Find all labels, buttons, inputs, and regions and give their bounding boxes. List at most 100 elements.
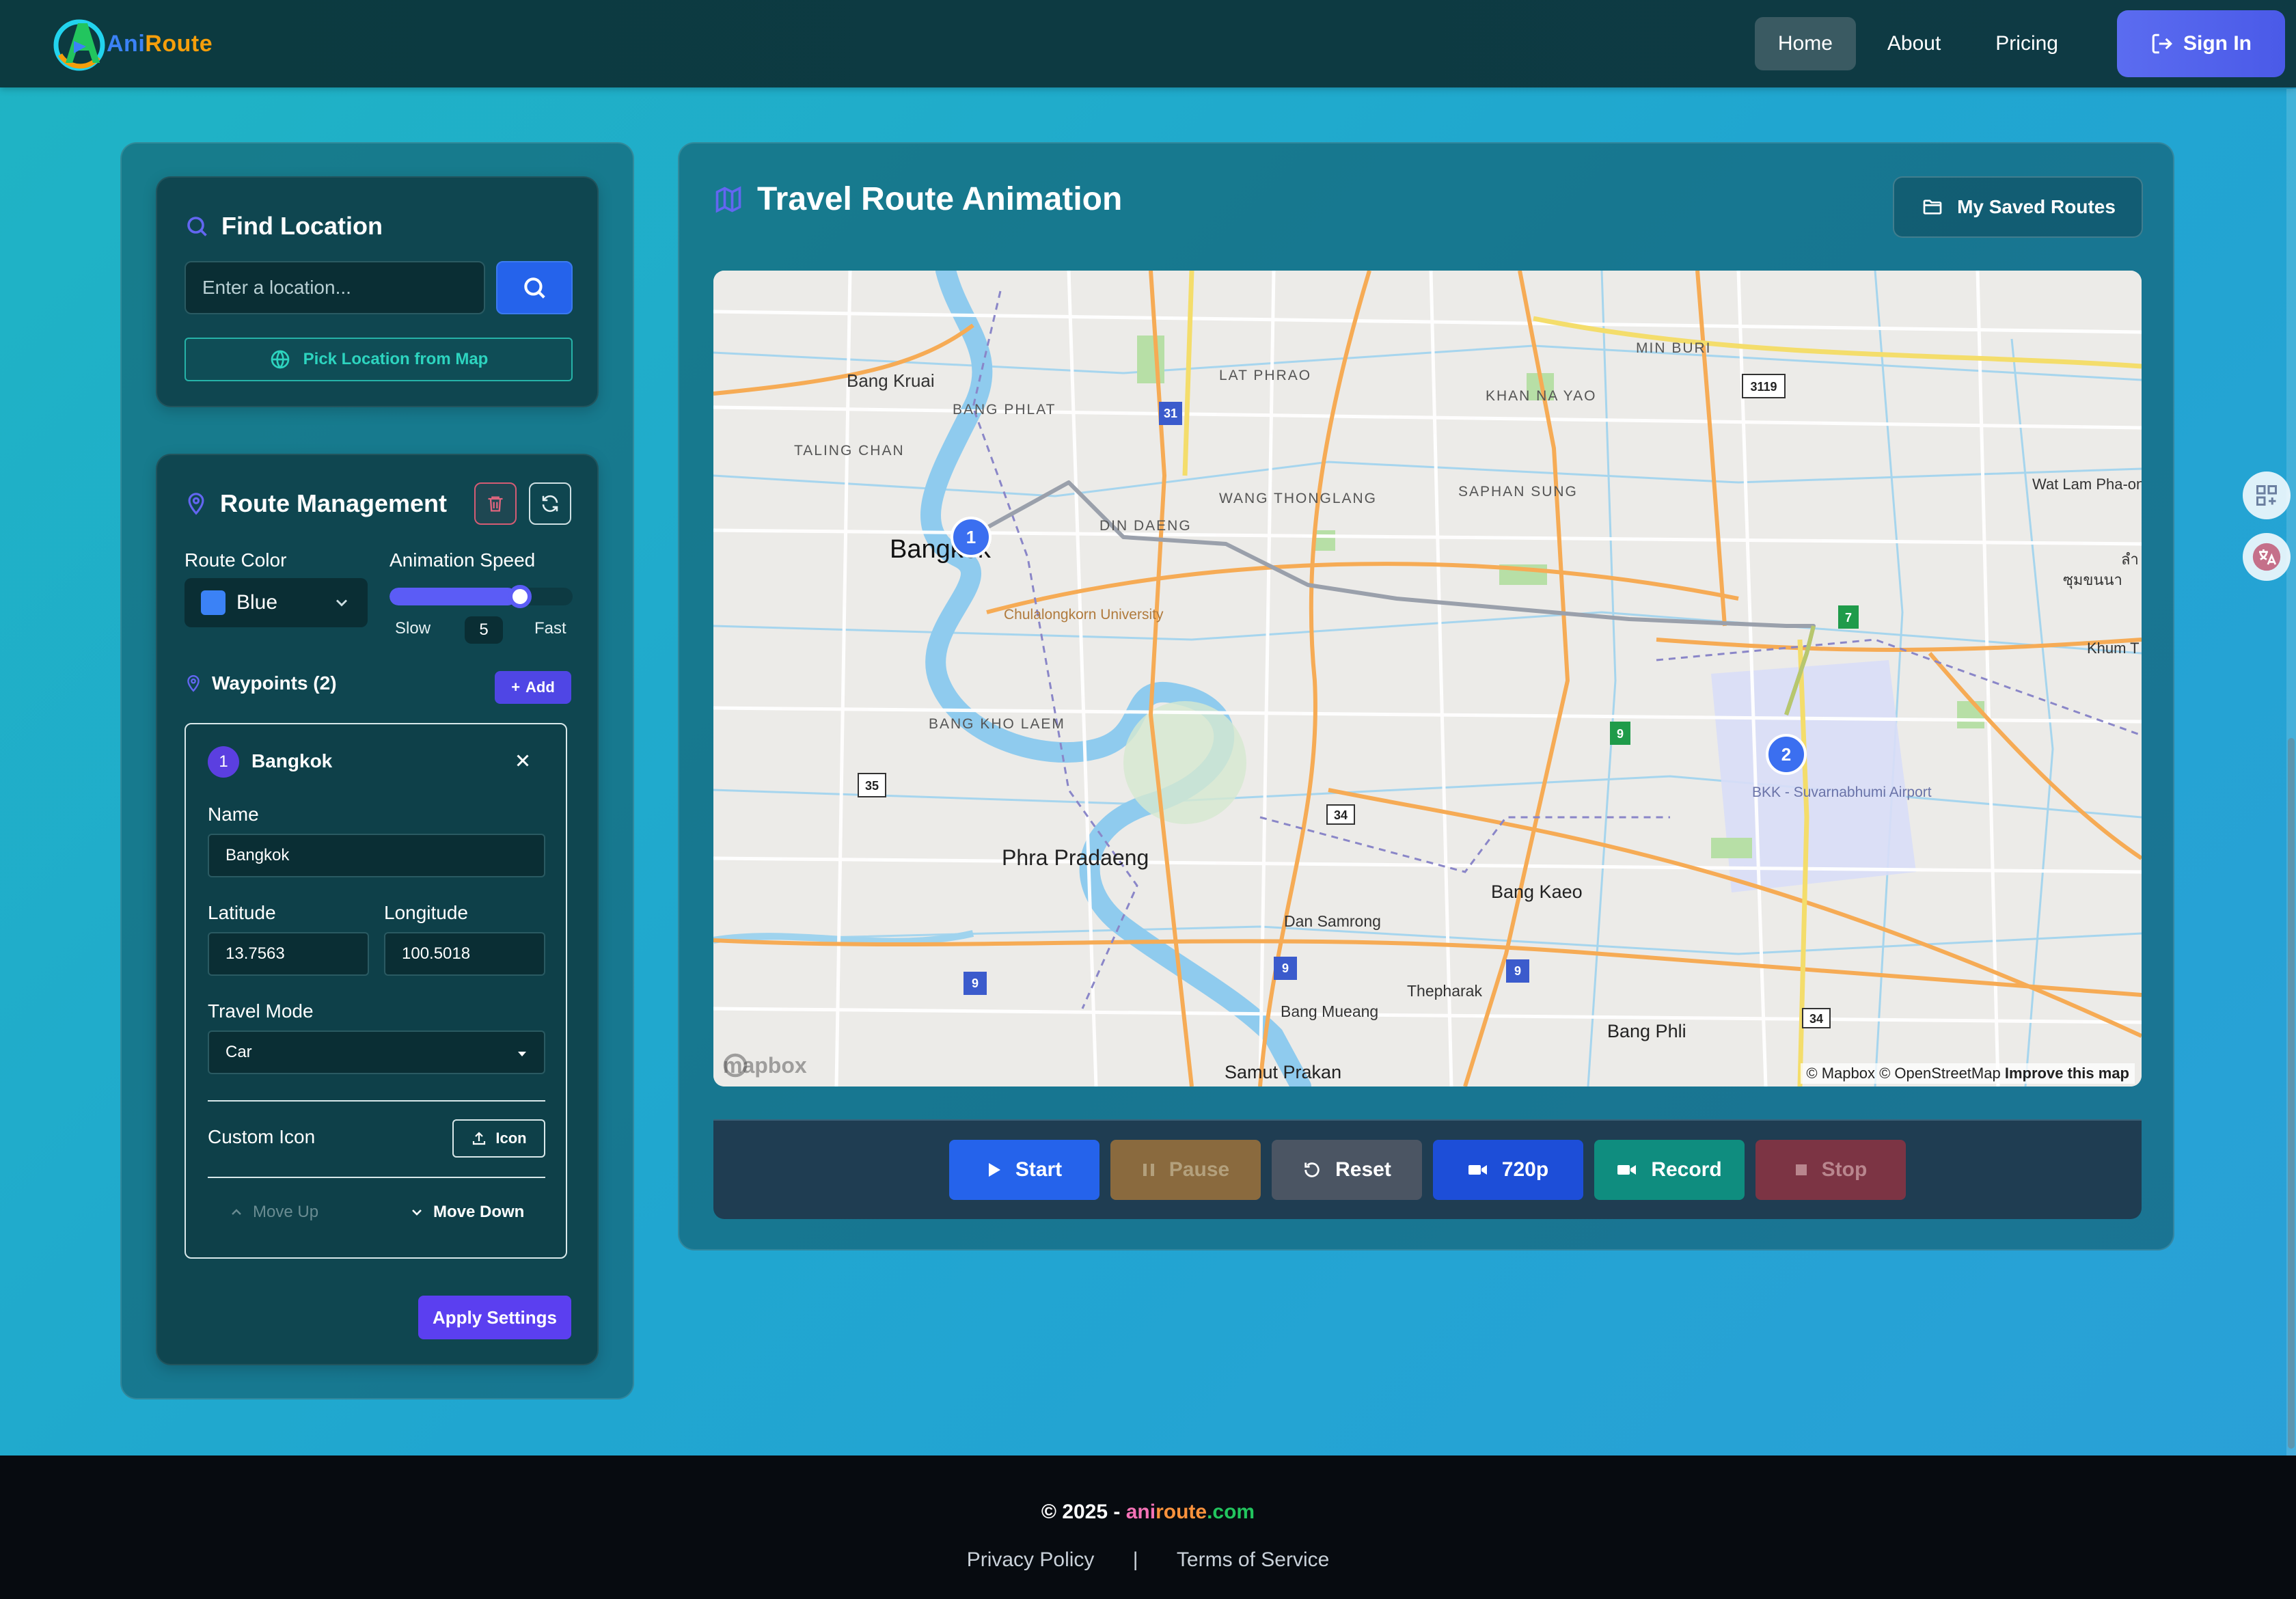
find-location-title: Find Location [184, 212, 383, 241]
saved-routes-button[interactable]: My Saved Routes [1893, 176, 2143, 238]
brand-link[interactable]: ani [1126, 1501, 1156, 1523]
side-tool-translate[interactable] [2243, 533, 2291, 581]
refresh-icon [542, 495, 558, 512]
marker-number: 2 [1781, 744, 1791, 765]
upload-icon-button[interactable]: Icon [452, 1119, 545, 1158]
map-shield: 9 [1514, 964, 1521, 978]
map-shield: 34 [1809, 1012, 1823, 1026]
map-pin-icon [188, 493, 204, 515]
speed-slider-fill [390, 588, 517, 605]
map-shield: 9 [1282, 961, 1289, 975]
travel-mode-value: Car [226, 1043, 252, 1061]
animation-controls: Start Pause Reset 720p Record Stop [713, 1119, 2142, 1219]
map-label: KHAN NA YAO [1486, 388, 1596, 404]
pause-button[interactable]: Pause [1110, 1140, 1261, 1200]
map-shield: 9 [1617, 727, 1624, 741]
sign-in-button[interactable]: Sign In [2117, 10, 2285, 77]
map-label: TALING CHAN [794, 443, 905, 459]
marker-number: 1 [966, 527, 976, 547]
move-down-button[interactable]: Move Down [409, 1203, 524, 1222]
nav-pricing[interactable]: Pricing [1972, 17, 2081, 70]
speed-slow-label: Slow [395, 619, 431, 638]
privacy-policy-link[interactable]: Privacy Policy [967, 1548, 1095, 1571]
map-label: MIN BURI [1636, 340, 1712, 356]
map-icon [715, 186, 741, 213]
map-label: DIN DAENG [1099, 518, 1192, 534]
nav-home[interactable]: Home [1754, 17, 1856, 70]
globe-icon [271, 350, 289, 369]
pick-location-button[interactable]: Pick Location from Map [184, 338, 573, 381]
route-management-card: Route Management Route Color Blue Animat… [156, 454, 599, 1365]
divider [208, 1177, 545, 1178]
map-shield: 7 [1845, 611, 1852, 625]
speed-slider-thumb[interactable] [508, 585, 532, 608]
chevron-down-icon [412, 1210, 422, 1216]
top-nav: AniRoute Home About Pricing Sign In [0, 0, 2296, 87]
refresh-button[interactable] [529, 482, 571, 525]
speed-slider-track[interactable] [390, 588, 573, 605]
find-location-card: Find Location Pick Location from Map [156, 176, 599, 407]
divider [208, 1100, 545, 1102]
nav-links: Home About Pricing Sign In [1754, 0, 2296, 87]
apply-settings-button[interactable]: Apply Settings [418, 1296, 571, 1339]
move-up-button[interactable]: Move Up [228, 1203, 318, 1222]
latitude-input[interactable]: 13.7563 [208, 932, 369, 976]
waypoint-marker-1[interactable]: 1 [951, 517, 992, 558]
resolution-button[interactable]: 720p [1433, 1140, 1583, 1200]
map-label: SAPHAN SUNG [1458, 484, 1578, 500]
nav-about[interactable]: About [1864, 17, 1964, 70]
route-color-value: Blue [236, 591, 278, 614]
route-map[interactable]: 31 3119 7 9 35 34 9 9 34 9 Bang Kruai LA… [713, 271, 2142, 1086]
waypoint-name-label: Name [208, 804, 259, 825]
caret-down-icon [518, 1052, 526, 1056]
translate-icon [2252, 543, 2281, 571]
reset-icon [1304, 1162, 1320, 1177]
video-camera-icon [1617, 1165, 1637, 1175]
waypoint-marker-2[interactable]: 2 [1766, 734, 1807, 775]
location-search-input[interactable] [184, 261, 485, 314]
search-icon [187, 217, 207, 236]
map-label: Wat Lam Pha-ong [2032, 476, 2142, 493]
search-button[interactable] [496, 261, 573, 314]
map-label: Phra Pradaeng [1002, 845, 1149, 870]
sign-in-icon [2152, 33, 2172, 54]
mapbox-logo[interactable]: mapbox [723, 1053, 807, 1078]
map-label: Samut Prakan [1225, 1062, 1341, 1082]
scrollbar-thumb[interactable] [2288, 738, 2295, 1449]
play-icon [988, 1163, 1000, 1177]
travel-mode-select[interactable]: Car [208, 1030, 545, 1074]
reset-button[interactable]: Reset [1272, 1140, 1422, 1200]
main-panel: Travel Route Animation My Saved Routes 3… [678, 142, 2174, 1250]
map-label: LAT PHRAO [1219, 368, 1311, 383]
plus-icon: + [511, 679, 521, 696]
longitude-input[interactable]: 100.5018 [384, 932, 545, 976]
map-shield: 9 [972, 976, 979, 990]
stop-icon [1795, 1164, 1807, 1175]
map-label: Chulalongkorn University [1004, 607, 1164, 623]
route-color-label: Route Color [184, 549, 287, 571]
logo-icon [53, 19, 105, 71]
side-tool-apps[interactable] [2243, 472, 2291, 519]
add-waypoint-button[interactable]: + Add [495, 671, 571, 704]
start-button[interactable]: Start [949, 1140, 1099, 1200]
route-color-select[interactable]: Blue [184, 578, 368, 627]
stop-button[interactable]: Stop [1755, 1140, 1906, 1200]
map-shield: 34 [1334, 808, 1348, 822]
close-icon[interactable] [512, 750, 533, 771]
speed-value-badge: 5 [465, 616, 503, 644]
logo[interactable]: AniRoute [51, 14, 213, 74]
apps-icon [2256, 485, 2277, 506]
map-shield: 35 [865, 779, 879, 793]
map-attribution[interactable]: © Mapbox © OpenStreetMap Improve this ma… [1801, 1063, 2135, 1084]
map-label: Thepharak [1407, 982, 1482, 1000]
map-label: BKK - Suvarnabhumi Airport [1752, 784, 1932, 800]
waypoint-name-input[interactable]: Bangkok [208, 834, 545, 877]
clear-route-button[interactable] [474, 482, 517, 525]
map-canvas[interactable]: 31 3119 7 9 35 34 9 9 34 9 Bang Kruai LA… [713, 271, 2142, 1086]
map-label: Bang Mueang [1281, 1002, 1378, 1020]
record-button[interactable]: Record [1594, 1140, 1745, 1200]
waypoint-number: 1 [208, 746, 239, 778]
custom-icon-label: Custom Icon [208, 1126, 316, 1147]
speed-fast-label: Fast [534, 619, 566, 638]
terms-of-service-link[interactable]: Terms of Service [1177, 1548, 1329, 1571]
